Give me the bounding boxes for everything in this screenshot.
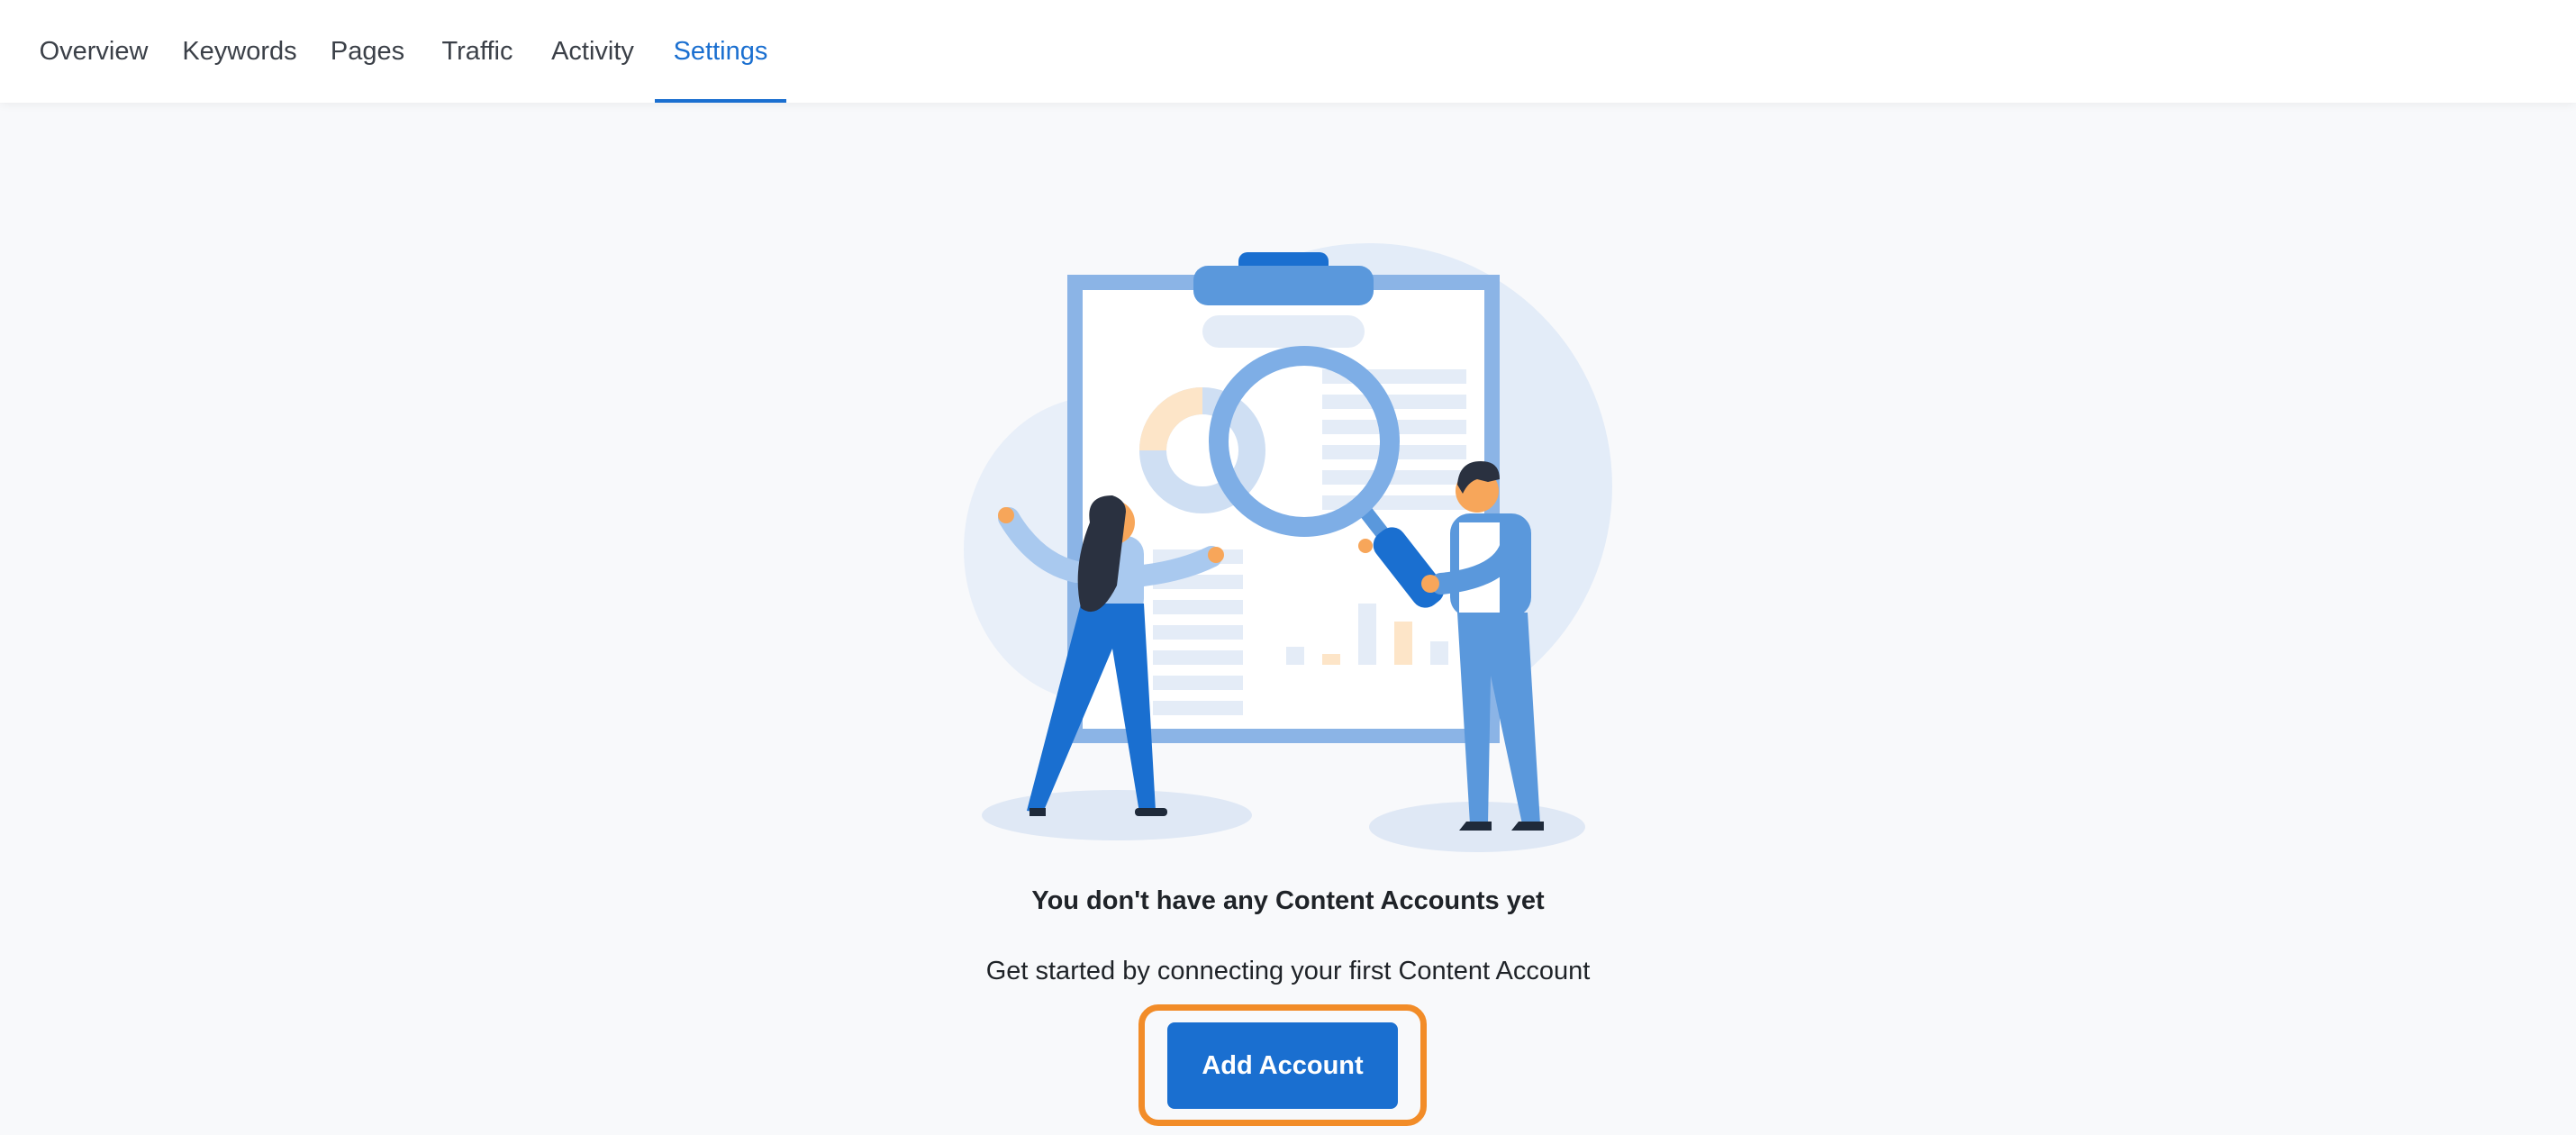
tab-keywords[interactable]: Keywords xyxy=(177,0,303,103)
tab-pages[interactable]: Pages xyxy=(322,0,413,103)
tab-label: Overview xyxy=(39,36,149,66)
add-account-button[interactable]: Add Account xyxy=(1167,1022,1398,1109)
tab-activity[interactable]: Activity xyxy=(540,0,645,103)
clipboard-search-people-illustration-icon xyxy=(964,243,1612,852)
tab-label: Settings xyxy=(673,36,768,66)
floor-shadow-left xyxy=(982,790,1252,840)
clipboard-clip xyxy=(1193,266,1374,305)
tab-settings[interactable]: Settings xyxy=(655,0,786,103)
tab-traffic[interactable]: Traffic xyxy=(432,0,522,103)
empty-state-title: You don't have any Content Accounts yet xyxy=(1031,886,1545,915)
paper-header-bar xyxy=(1202,315,1365,348)
tab-overview[interactable]: Overview xyxy=(23,0,164,103)
tab-label: Keywords xyxy=(182,36,297,66)
top-navigation-bar: Overview Keywords Pages Traffic Activity… xyxy=(0,0,2576,103)
tab-label: Traffic xyxy=(441,36,513,66)
empty-state-subtitle: Get started by connecting your first Con… xyxy=(985,957,1591,985)
tab-label: Activity xyxy=(551,36,634,66)
tab-label: Pages xyxy=(330,36,405,66)
